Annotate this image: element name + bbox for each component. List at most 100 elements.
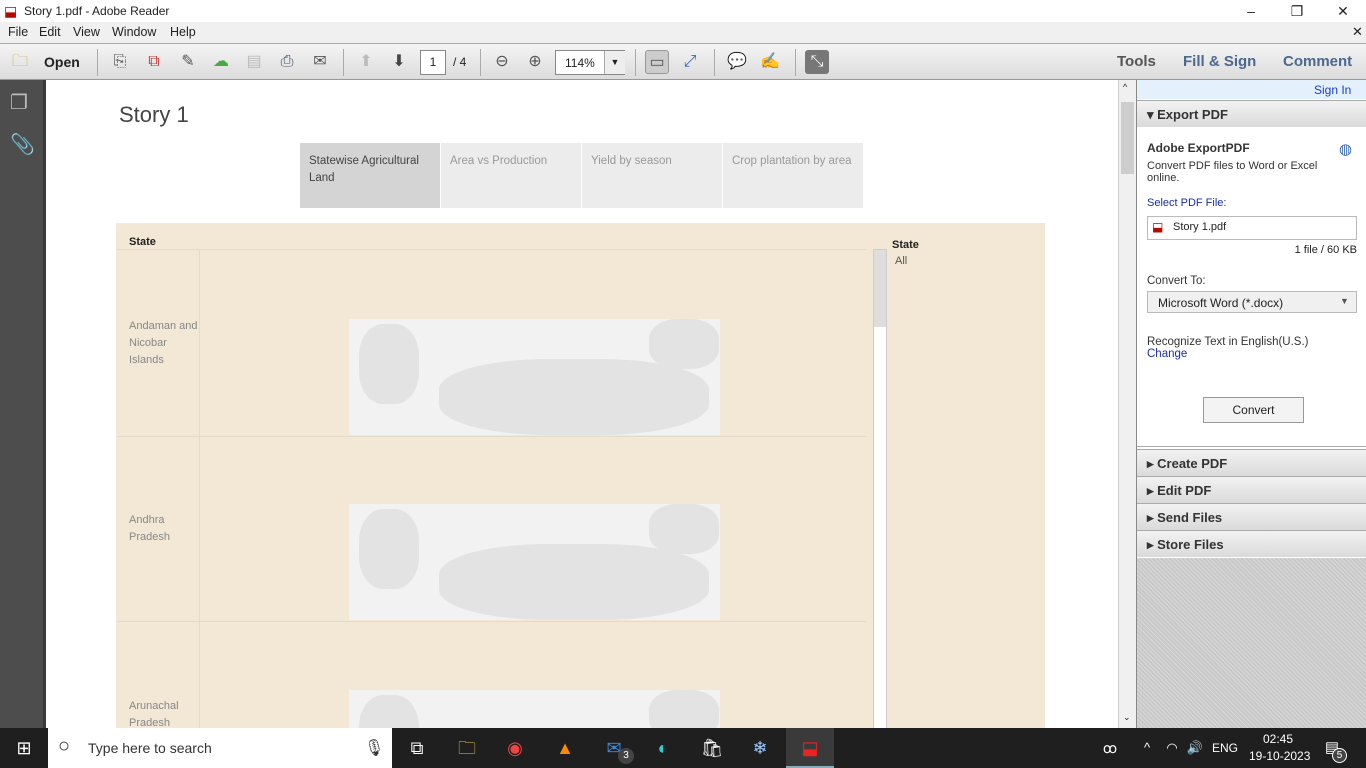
open-button[interactable]: Open bbox=[44, 54, 80, 70]
close-document-icon[interactable]: ✕ bbox=[1352, 24, 1363, 40]
menu-help[interactable]: Help bbox=[170, 25, 196, 39]
story-tab-3[interactable]: Yield by season bbox=[582, 143, 722, 208]
pdf-file-icon: ⬓ bbox=[1152, 220, 1164, 234]
clock-date[interactable]: 19-10-2023 bbox=[1249, 749, 1310, 763]
edit-document-icon[interactable]: ✎ bbox=[176, 50, 200, 74]
menu-view[interactable]: View bbox=[73, 25, 100, 39]
menu-bar: File Edit View Window Help ✕ bbox=[0, 22, 1366, 43]
toolbar: 🗀 Open ⎘ ⧉ ✎ ☁ ▤ ⎙ ✉ ⬆ ⬇ 1 / 4 ⊖ ⊕ 114% … bbox=[0, 43, 1366, 80]
story-tab-1[interactable]: Statewise Agricultural Land bbox=[300, 143, 440, 208]
page-thumbnails-icon[interactable]: ❐ bbox=[10, 90, 28, 115]
chevron-down-icon[interactable]: ▼ bbox=[604, 51, 625, 74]
store-files-section[interactable]: ▸ Store Files bbox=[1137, 530, 1366, 557]
fill-sign-tab[interactable]: Fill & Sign bbox=[1183, 53, 1256, 70]
create-pdf-section[interactable]: ▸ Create PDF bbox=[1137, 449, 1366, 476]
adobe-exportpdf-heading: Adobe ExportPDF bbox=[1147, 141, 1250, 155]
task-view-icon[interactable]: ⧉ bbox=[405, 736, 429, 760]
tools-panel: Sign In ▾ Export PDF Adobe ExportPDF ◍ C… bbox=[1136, 80, 1366, 728]
clock-time[interactable]: 02:45 bbox=[1263, 732, 1293, 746]
folder-icon[interactable]: 🗀 bbox=[8, 50, 32, 74]
edge-icon[interactable]: ◐ bbox=[651, 736, 675, 760]
fit-width-icon[interactable]: ▭ bbox=[645, 50, 669, 74]
menu-file[interactable]: File bbox=[8, 25, 28, 39]
fit-page-icon[interactable]: ⤢ bbox=[678, 50, 702, 74]
taskbar: ⊞ ○ Type here to search 🎙 ⧉ 🗀 ◉ ▲ ✉ 3 ◐ … bbox=[0, 728, 1366, 768]
combine-files-icon[interactable]: ⧉ bbox=[142, 50, 166, 74]
menu-window[interactable]: Window bbox=[112, 25, 156, 39]
format-value: Microsoft Word (*.docx) bbox=[1158, 296, 1284, 310]
selected-file-field[interactable]: ⬓ Story 1.pdf bbox=[1147, 216, 1357, 240]
list-scrollbar[interactable] bbox=[873, 249, 887, 729]
create-pdf-icon[interactable]: ⎘ bbox=[108, 50, 132, 74]
vlc-icon[interactable]: ▲ bbox=[553, 736, 577, 760]
scroll-up-icon[interactable]: ^ bbox=[1123, 82, 1127, 92]
upload-cloud-icon[interactable]: ☁ bbox=[209, 50, 233, 74]
comment-bubble-icon[interactable]: 💬 bbox=[725, 50, 749, 74]
volume-icon[interactable]: 🔊 bbox=[1183, 736, 1207, 760]
maximize-button[interactable]: ❐ bbox=[1274, 0, 1320, 22]
previous-page-icon[interactable]: ⬆ bbox=[354, 50, 378, 74]
highlight-text-icon[interactable]: ✍ bbox=[758, 50, 782, 74]
zoom-select[interactable]: 114% ▼ bbox=[555, 50, 625, 75]
export-pdf-header[interactable]: ▾ Export PDF bbox=[1137, 100, 1366, 127]
menu-edit[interactable]: Edit bbox=[39, 25, 61, 39]
windows-start-icon[interactable]: ⊞ bbox=[12, 736, 36, 760]
document-scrollbar[interactable]: ^ ⌄ bbox=[1118, 80, 1136, 728]
map-chart[interactable] bbox=[349, 319, 720, 435]
page-title: Story 1 bbox=[119, 102, 189, 127]
zoom-in-icon[interactable]: ⊕ bbox=[523, 50, 547, 74]
filter-value[interactable]: All bbox=[895, 255, 907, 267]
microphone-icon[interactable]: 🎙 bbox=[364, 738, 384, 758]
send-files-section[interactable]: ▸ Send Files bbox=[1137, 503, 1366, 530]
section-label: Send Files bbox=[1157, 510, 1223, 525]
convert-to-label: Convert To: bbox=[1147, 275, 1206, 287]
pdf-app-icon: ⬓ bbox=[4, 3, 18, 19]
wifi-icon[interactable]: ◠ bbox=[1160, 736, 1184, 760]
adobe-reader-taskbar-button[interactable]: ⬓ bbox=[786, 728, 834, 768]
comment-tab[interactable]: Comment bbox=[1283, 53, 1352, 70]
edit-pdf-section[interactable]: ▸ Edit PDF bbox=[1137, 476, 1366, 503]
convert-button[interactable]: Convert bbox=[1203, 397, 1304, 423]
scroll-down-icon[interactable]: ⌄ bbox=[1123, 712, 1131, 723]
row-label: Arunachal Pradesh bbox=[129, 700, 179, 729]
file-name: Story 1.pdf bbox=[1173, 221, 1227, 233]
format-select[interactable]: Microsoft Word (*.docx) ▼ bbox=[1147, 291, 1357, 313]
snowflake-app-icon[interactable]: ❄ bbox=[748, 736, 772, 760]
next-page-icon[interactable]: ⬇ bbox=[387, 50, 411, 74]
email-icon[interactable]: ✉ bbox=[308, 50, 332, 74]
document-page: Story 1 Statewise Agricultural Land Area… bbox=[43, 80, 1118, 730]
file-info: 1 file / 60 KB bbox=[1294, 244, 1357, 256]
map-chart[interactable] bbox=[349, 504, 720, 620]
dashboard: State Andaman and Nicobar Islands Andhra… bbox=[116, 223, 1045, 730]
zoom-out-icon[interactable]: ⊖ bbox=[490, 50, 514, 74]
recognize-text: Recognize Text in English(U.S.) bbox=[1147, 336, 1309, 348]
save-icon[interactable]: ▤ bbox=[242, 50, 266, 74]
sign-in-link[interactable]: Sign In bbox=[1314, 83, 1351, 97]
map-chart[interactable] bbox=[349, 690, 720, 730]
store-icon[interactable]: 🛍 bbox=[700, 736, 724, 760]
minimize-button[interactable]: – bbox=[1228, 0, 1274, 22]
scroll-thumb[interactable] bbox=[1121, 102, 1134, 174]
print-icon[interactable]: ⎙ bbox=[275, 50, 299, 74]
people-icon[interactable]: ꝏ bbox=[1098, 736, 1122, 760]
filter-label: State bbox=[892, 239, 919, 251]
story-tab-4[interactable]: Crop plantation by area bbox=[723, 143, 863, 208]
navigation-pane: ❐ 📎 bbox=[0, 80, 43, 728]
tools-tab[interactable]: Tools bbox=[1117, 53, 1156, 70]
page-number-input[interactable]: 1 bbox=[420, 50, 446, 75]
row-label: Andaman and Nicobar Islands bbox=[129, 320, 198, 366]
attachments-icon[interactable]: 📎 bbox=[10, 132, 35, 157]
chrome-icon[interactable]: ◉ bbox=[503, 736, 527, 760]
file-explorer-icon[interactable]: 🗀 bbox=[455, 736, 479, 760]
close-button[interactable]: ✕ bbox=[1320, 0, 1366, 22]
notification-badge: 5 bbox=[1332, 748, 1347, 763]
taskbar-search[interactable]: ○ Type here to search 🎙 bbox=[48, 728, 392, 768]
language-indicator[interactable]: ENG bbox=[1212, 741, 1238, 755]
story-tab-2[interactable]: Area vs Production bbox=[441, 143, 581, 208]
info-icon[interactable]: ◍ bbox=[1339, 140, 1352, 158]
section-label: Create PDF bbox=[1157, 456, 1228, 471]
change-link[interactable]: Change bbox=[1147, 348, 1187, 360]
mail-badge: 3 bbox=[618, 748, 634, 764]
full-screen-icon[interactable]: ⤡ bbox=[805, 50, 829, 74]
chevron-up-icon[interactable]: ^ bbox=[1135, 736, 1159, 760]
